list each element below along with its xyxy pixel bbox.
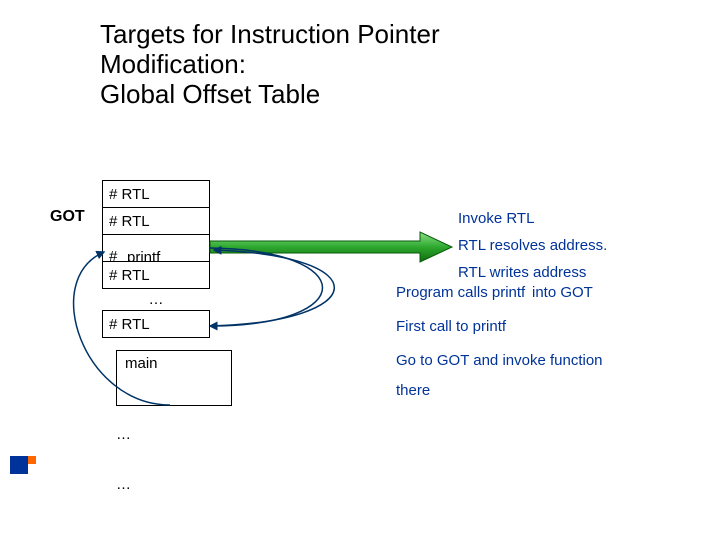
line-rtl-writes-b: into GOT	[532, 284, 593, 301]
cell-text: # RTL	[109, 316, 150, 333]
line-program-calls: Program calls printf	[396, 284, 525, 301]
curve-rtl-writeback-icon	[210, 250, 334, 326]
slide-title: Targets for Instruction Pointer Modifica…	[100, 20, 500, 110]
line-rtl-resolves: RTL resolves address.	[458, 237, 607, 254]
main-box: main	[116, 350, 232, 406]
cell-text: # RTL	[109, 213, 150, 230]
curve-printf-to-rtl-icon	[210, 248, 323, 326]
arrow-rtl-to-text-icon	[210, 232, 452, 262]
line-rtl-writes-a: RTL writes address	[458, 264, 586, 281]
line-invoke-rtl: Invoke RTL	[458, 210, 534, 227]
title-line-1: Targets for Instruction Pointer	[100, 19, 440, 49]
got-ellipsis: …	[102, 291, 210, 308]
after-main-dots-2: …	[116, 476, 131, 493]
got-entry-printf: # RTL printf	[102, 234, 210, 262]
cell-text: # RTL	[109, 186, 150, 203]
got-label: GOT	[50, 208, 85, 226]
main-label: main	[125, 355, 158, 372]
title-line-3: Global Offset Table	[100, 79, 320, 109]
got-entry-n: # RTL	[102, 310, 210, 338]
title-line-2: Modification:	[100, 49, 246, 79]
after-main-dots-1: …	[116, 426, 131, 443]
got-entry-0: # RTL	[102, 180, 210, 208]
line-there: there	[396, 382, 430, 399]
line-go-to-got: Go to GOT and invoke function	[396, 352, 603, 369]
got-entry-1: # RTL	[102, 207, 210, 235]
got-entry-3: # RTL	[102, 261, 210, 289]
cell-text: # RTL	[109, 267, 150, 284]
line-first-call: First call to printf	[396, 318, 506, 335]
corner-accent-icon	[10, 456, 28, 474]
